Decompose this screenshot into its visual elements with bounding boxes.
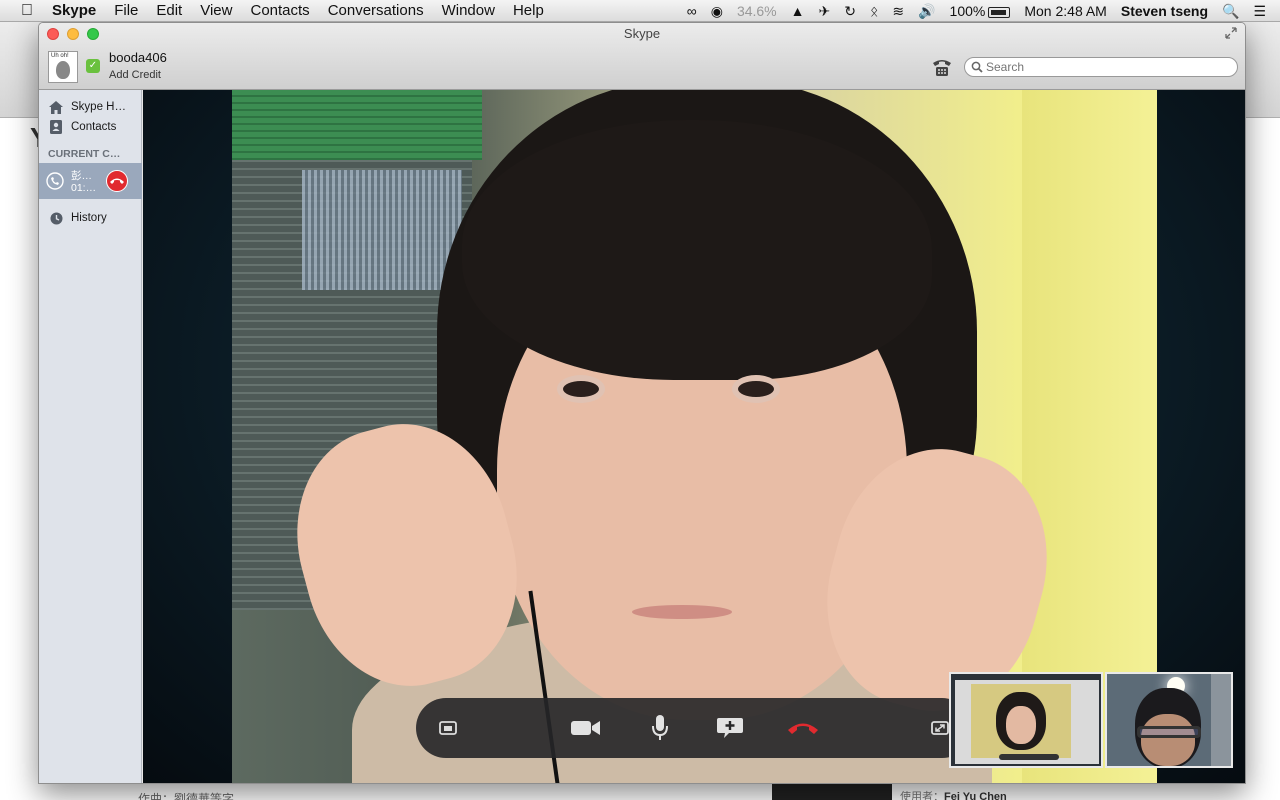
video-person-eye (557, 375, 605, 403)
menu-contacts[interactable]: Contacts (250, 2, 309, 19)
home-icon (48, 100, 64, 114)
avatar[interactable]: Uh oh! (48, 51, 78, 83)
evernote-icon[interactable]: ◉ (711, 3, 723, 20)
background-footer-user: 使用者：Fei Yu Chen (900, 791, 1007, 800)
background-thumbnail (772, 784, 892, 800)
menu-bar:  Skype File Edit View Contacts Conversa… (0, 0, 1280, 22)
menu-view[interactable]: View (200, 2, 232, 19)
video-camera-icon (571, 721, 600, 735)
sidebar-hang-up-button[interactable] (106, 170, 128, 192)
battery-icon (988, 6, 1011, 18)
current-call-item[interactable]: 彭… 01:… (39, 163, 142, 199)
microphone-icon (652, 715, 668, 740)
preview-person-face (1006, 706, 1036, 744)
self-view-video[interactable] (1105, 672, 1233, 768)
menu-help[interactable]: Help (513, 2, 544, 19)
self-view-face (1141, 714, 1195, 766)
video-person-mouth (632, 605, 732, 619)
online-status-icon[interactable]: ✓ (86, 59, 100, 73)
current-call-name: 彭… (71, 170, 92, 182)
share-screen-icon (439, 721, 457, 735)
app-menu[interactable]: Skype (52, 2, 96, 19)
sidebar-item-history[interactable]: History (39, 208, 142, 228)
menu-window[interactable]: Window (442, 2, 495, 19)
contacts-icon (48, 120, 64, 134)
self-view-wall (1211, 674, 1231, 766)
infinity-icon[interactable]: ∞ (687, 3, 697, 19)
video-toggle-button[interactable] (570, 713, 602, 743)
hang-up-button[interactable] (786, 713, 820, 743)
hang-up-icon (110, 178, 124, 184)
menu-edit[interactable]: Edit (156, 2, 182, 19)
menu-file[interactable]: File (114, 2, 138, 19)
bluetooth-icon[interactable]: ᛟ (870, 3, 878, 19)
clock[interactable]: Mon 2:48 AM (1024, 3, 1107, 19)
title-bar: Skype Uh oh! ✓ booda406 Add Credit (39, 23, 1245, 90)
volume-icon[interactable]: 🔊 (918, 3, 935, 20)
dialpad-icon[interactable] (931, 57, 953, 77)
search-field[interactable] (964, 57, 1238, 77)
menu-conversations[interactable]: Conversations (328, 2, 424, 19)
username[interactable]: booda406 (109, 50, 167, 65)
wifi-icon[interactable]: ≋ (892, 3, 904, 20)
apple-menu-icon[interactable]:  (16, 2, 38, 20)
clock-icon (48, 212, 64, 225)
expand-icon (931, 721, 949, 735)
hang-up-icon (788, 723, 818, 734)
video-person-fringe (462, 120, 932, 380)
menu-bar-extras: ∞ ◉ 34.6% ▲ ✈ ↻ ᛟ ≋ 🔊 100% Mon 2:48 AM S… (673, 0, 1280, 22)
call-controls-bar (416, 698, 972, 758)
time-machine-icon[interactable]: ↻ (844, 3, 856, 20)
search-input[interactable] (986, 60, 1226, 74)
notification-center-icon[interactable]: ☰ (1253, 3, 1266, 20)
microphone-toggle-button[interactable] (644, 713, 676, 743)
self-view-glasses (1137, 726, 1201, 738)
current-call-duration: 01:… (71, 182, 97, 194)
window-title: Skype (623, 26, 661, 41)
sidebar-item-skype-home[interactable]: Skype H… (39, 97, 142, 117)
hat-icon[interactable]: ▲ (791, 3, 805, 19)
add-chat-icon (717, 718, 743, 738)
screen-share-preview[interactable] (949, 672, 1103, 768)
battery-status[interactable]: 100% (950, 3, 1011, 19)
flight-icon[interactable]: ✈ (819, 3, 831, 20)
skype-window: Skype Uh oh! ✓ booda406 Add Credit Searc… (38, 22, 1246, 784)
spotlight-icon[interactable]: 🔍 (1222, 3, 1239, 20)
video-person-eye (732, 375, 780, 403)
current-calls-header: CURRENT C… (48, 148, 121, 160)
fullscreen-toggle-icon[interactable] (1225, 27, 1239, 41)
video-background-window (302, 170, 462, 290)
add-credit-link[interactable]: Add Credit (109, 69, 161, 81)
call-status-icon (46, 172, 64, 190)
sidebar-item-label: History (71, 212, 107, 224)
background-footer-text: 作曲：劉德華等字 (138, 792, 235, 800)
share-screen-button[interactable] (432, 713, 464, 743)
avatar-face (56, 61, 70, 79)
video-background-green-blind (232, 90, 482, 160)
sidebar: Skype H… Contacts CURRENT C… 彭… 01:… His… (39, 90, 142, 783)
search-icon (971, 61, 983, 73)
preview-controls (999, 754, 1059, 760)
avatar-caption: Uh oh! (51, 53, 69, 59)
battery-percent: 100% (949, 3, 986, 19)
sidebar-item-label: Skype H… (71, 101, 126, 113)
sidebar-item-contacts[interactable]: Contacts (39, 117, 142, 137)
add-participant-button[interactable] (714, 713, 746, 743)
video-call-area (143, 90, 1245, 783)
sidebar-item-label: Contacts (71, 121, 117, 133)
user-menu[interactable]: Steven tseng (1121, 3, 1208, 19)
cpu-readout[interactable]: 34.6% (737, 3, 777, 19)
